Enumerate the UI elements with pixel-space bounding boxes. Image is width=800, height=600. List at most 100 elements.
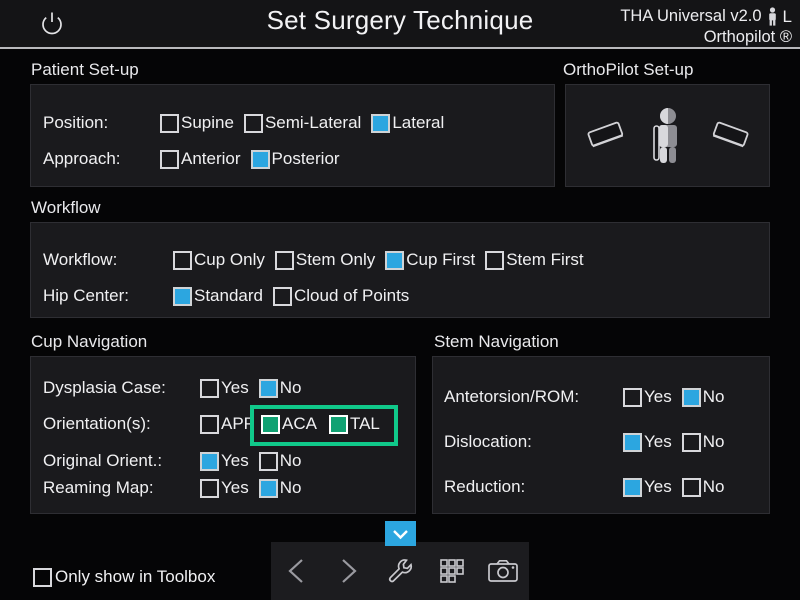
option-label-stem-first: Stem First bbox=[506, 250, 584, 269]
camera-tilt-left-icon bbox=[582, 116, 630, 156]
option-label-reduction-yes: Yes bbox=[644, 477, 672, 496]
checkbox-reduction-yes[interactable] bbox=[623, 477, 642, 497]
only-show-in-toolbox-label: Only show in Toolbox bbox=[55, 567, 216, 586]
option-original-orient-no[interactable]: No bbox=[258, 451, 301, 471]
checkbox-antetorsion-yes[interactable] bbox=[623, 387, 642, 407]
camera-tilt-right-icon bbox=[706, 116, 754, 156]
row-label-dysplasia-case: Dysplasia Case: bbox=[43, 378, 166, 397]
option-label-dysplasia-yes: Yes bbox=[221, 378, 249, 397]
row-reduction: Reduction: Yes No bbox=[444, 477, 724, 497]
checkbox-cup-only[interactable] bbox=[173, 250, 192, 270]
option-lateral[interactable]: Lateral bbox=[371, 113, 444, 133]
checkbox-stem-only[interactable] bbox=[274, 250, 294, 270]
option-antetorsion-yes[interactable]: Yes bbox=[623, 387, 672, 407]
option-reduction-yes[interactable]: Yes bbox=[623, 477, 672, 497]
checkbox-cloud-of-points[interactable] bbox=[273, 286, 292, 306]
option-antetorsion-no[interactable]: No bbox=[681, 387, 725, 407]
row-antetorsion-rom: Antetorsion/ROM: Yes No bbox=[444, 387, 724, 407]
checkbox-supine[interactable] bbox=[160, 113, 179, 133]
section-label-stem-navigation: Stem Navigation bbox=[434, 332, 559, 351]
row-hip-center: Hip Center: Standard Cloud of Points bbox=[43, 286, 409, 306]
option-label-aca: ACA bbox=[282, 414, 317, 433]
option-dislocation-yes[interactable]: Yes bbox=[623, 432, 672, 452]
chevron-down-icon[interactable] bbox=[385, 521, 416, 546]
option-label-antetorsion-yes: Yes bbox=[644, 387, 672, 406]
checkbox-lateral[interactable] bbox=[371, 113, 391, 133]
option-tal[interactable]: TAL bbox=[328, 414, 380, 434]
checkbox-dislocation-yes[interactable] bbox=[623, 432, 642, 452]
option-stem-first[interactable]: Stem First bbox=[485, 250, 584, 270]
forward-arrow-icon[interactable] bbox=[326, 549, 370, 593]
row-original-orient: Original Orient.: Yes No bbox=[43, 451, 301, 471]
checkbox-posterior[interactable] bbox=[250, 149, 270, 169]
checkbox-stem-first[interactable] bbox=[485, 250, 505, 270]
option-label-supine: Supine bbox=[181, 113, 234, 132]
option-label-antetorsion-no: No bbox=[702, 387, 725, 406]
row-orientations: Orientation(s): APP bbox=[43, 414, 255, 434]
row-dislocation: Dislocation: Yes No bbox=[444, 432, 724, 452]
option-label-reaming-no: No bbox=[279, 478, 302, 497]
option-standard[interactable]: Standard bbox=[173, 286, 263, 306]
option-reaming-yes[interactable]: Yes bbox=[200, 478, 249, 498]
option-stem-only[interactable]: Stem Only bbox=[274, 250, 375, 270]
option-cup-only[interactable]: Cup Only bbox=[173, 250, 265, 270]
option-cloud-of-points[interactable]: Cloud of Points bbox=[273, 286, 409, 306]
checkbox-reaming-no[interactable] bbox=[258, 478, 278, 498]
option-aca[interactable]: ACA bbox=[261, 414, 317, 434]
panel-patient-setup bbox=[30, 84, 555, 187]
option-app[interactable]: APP bbox=[200, 414, 255, 434]
option-reduction-no[interactable]: No bbox=[681, 477, 725, 497]
checkbox-original-orient-no[interactable] bbox=[258, 451, 278, 471]
option-label-reaming-yes: Yes bbox=[221, 478, 249, 497]
row-label-hip-center: Hip Center: bbox=[43, 286, 129, 305]
app-root: Set Surgery Technique THA Universal v2.0… bbox=[0, 0, 800, 600]
product-name: THA Universal v2.0 bbox=[620, 7, 762, 25]
row-label-antetorsion-rom: Antetorsion/ROM: bbox=[444, 387, 580, 406]
checkbox-standard[interactable] bbox=[173, 286, 192, 306]
option-cup-first[interactable]: Cup First bbox=[385, 250, 475, 270]
section-label-workflow: Workflow bbox=[31, 198, 101, 217]
option-label-cup-only: Cup Only bbox=[194, 250, 265, 269]
option-original-orient-yes[interactable]: Yes bbox=[200, 451, 249, 471]
option-label-dislocation-yes: Yes bbox=[644, 432, 672, 451]
checkbox-original-orient-yes[interactable] bbox=[200, 451, 219, 471]
checkbox-reaming-yes[interactable] bbox=[200, 478, 219, 498]
option-label-original-orient-yes: Yes bbox=[221, 451, 249, 470]
option-label-reduction-no: No bbox=[702, 477, 725, 496]
option-reaming-no[interactable]: No bbox=[258, 478, 302, 498]
keypad-grid-icon[interactable] bbox=[430, 549, 474, 593]
checkbox-dysplasia-yes[interactable] bbox=[200, 378, 219, 398]
option-supine[interactable]: Supine bbox=[160, 113, 234, 133]
row-label-approach: Approach: bbox=[43, 149, 121, 168]
checkbox-dislocation-no[interactable] bbox=[681, 432, 701, 452]
row-position: Position: Supine Semi-Lateral Lateral bbox=[43, 113, 444, 133]
option-dysplasia-no[interactable]: No bbox=[258, 378, 301, 398]
camera-icon[interactable] bbox=[481, 549, 525, 593]
checkbox-semi-lateral[interactable] bbox=[243, 113, 263, 133]
checkbox-aca[interactable] bbox=[261, 414, 280, 434]
checkbox-dysplasia-no[interactable] bbox=[258, 378, 278, 398]
option-label-posterior: Posterior bbox=[271, 149, 340, 168]
checkbox-anterior[interactable] bbox=[160, 149, 179, 169]
header-divider bbox=[0, 47, 800, 49]
option-label-dislocation-no: No bbox=[702, 432, 725, 451]
option-semi-lateral[interactable]: Semi-Lateral bbox=[243, 113, 361, 133]
checkbox-cup-first[interactable] bbox=[385, 250, 405, 270]
option-dysplasia-yes[interactable]: Yes bbox=[200, 378, 249, 398]
header-bar: Set Surgery Technique THA Universal v2.0… bbox=[0, 0, 800, 47]
option-anterior[interactable]: Anterior bbox=[160, 149, 241, 169]
row-workflow: Workflow: Cup Only Stem Only Cup First S… bbox=[43, 250, 584, 270]
option-posterior[interactable]: Posterior bbox=[250, 149, 340, 169]
panel-orthopilot-setup bbox=[565, 84, 770, 187]
back-arrow-icon[interactable] bbox=[275, 549, 319, 593]
checkbox-only-show-in-toolbox[interactable] bbox=[33, 567, 52, 587]
option-label-cup-first: Cup First bbox=[406, 250, 476, 269]
only-show-in-toolbox-option[interactable]: Only show in Toolbox bbox=[33, 567, 215, 587]
option-dislocation-no[interactable]: No bbox=[681, 432, 725, 452]
option-label-cloud-of-points: Cloud of Points bbox=[294, 286, 410, 305]
checkbox-tal[interactable] bbox=[328, 414, 348, 434]
checkbox-app[interactable] bbox=[200, 414, 219, 434]
wrench-icon[interactable] bbox=[378, 549, 422, 593]
checkbox-antetorsion-no[interactable] bbox=[681, 387, 701, 407]
checkbox-reduction-no[interactable] bbox=[681, 477, 701, 497]
